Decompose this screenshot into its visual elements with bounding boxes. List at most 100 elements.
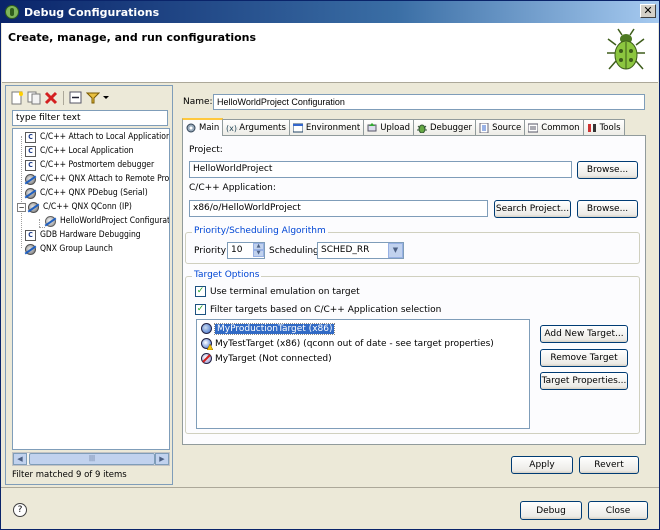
filter-icon[interactable]: [85, 91, 101, 105]
duplicate-icon[interactable]: [27, 91, 41, 105]
configuration-name-input[interactable]: [213, 94, 645, 110]
filter-targets-checkbox-row[interactable]: ✓ Filter targets based on C/C++ Applicat…: [195, 304, 441, 315]
footer-divider: [1, 487, 659, 488]
main-icon: [186, 123, 196, 133]
arguments-icon: (x)=: [226, 123, 244, 133]
target-warning-icon: [201, 338, 213, 350]
new-configuration-icon[interactable]: [10, 91, 24, 105]
qnx-launch-icon: [25, 187, 36, 199]
tree-item-attach-local[interactable]: C C/C++ Attach to Local Application: [25, 130, 169, 144]
scroll-left-icon[interactable]: ◀: [13, 453, 27, 465]
svg-text:(x)=: (x)=: [226, 124, 238, 133]
project-label: Project:: [189, 145, 223, 155]
tree-item-local-app[interactable]: C C/C++ Local Application: [25, 144, 133, 158]
filter-targets-checkbox[interactable]: ✓: [195, 304, 206, 315]
dialog-header: Create, manage, and run configurations: [2, 23, 658, 83]
target-group-title: Target Options: [192, 270, 262, 280]
scheduling-label: Scheduling: [269, 246, 319, 256]
tab-source[interactable]: Source: [475, 119, 526, 136]
use-terminal-checkbox-row[interactable]: ✓ Use terminal emulation on target: [195, 286, 360, 297]
tree-item-postmortem[interactable]: C C/C++ Postmortem debugger: [25, 158, 154, 172]
spinner-down-icon[interactable]: ▼: [253, 250, 264, 257]
tab-common[interactable]: Common: [524, 119, 584, 136]
environment-icon: [292, 123, 304, 133]
dropdown-arrow-icon[interactable]: [103, 91, 109, 105]
target-item-test[interactable]: MyTestTarget (x86) (qconn out of date - …: [201, 337, 494, 350]
target-item-production[interactable]: MyProductionTarget (x86): [201, 322, 336, 335]
tab-tools[interactable]: Tools: [582, 119, 625, 136]
tree-item-gdb-hardware[interactable]: C GDB Hardware Debugging: [25, 228, 141, 242]
tab-debugger[interactable]: Debugger: [412, 119, 477, 136]
common-icon: [527, 123, 539, 133]
configuration-tree: C C/C++ Attach to Local Application C C/…: [12, 128, 170, 450]
config-icon: [45, 215, 56, 227]
tree-item-qnx-group-launch[interactable]: QNX Group Launch: [25, 242, 113, 256]
tree-item-helloworld-config[interactable]: HelloWorldProject Configuration: [45, 214, 169, 228]
source-icon: [479, 122, 489, 134]
config-toolbar: [10, 88, 109, 108]
window-title: Debug Configurations: [24, 5, 160, 19]
tree-guide-line: [21, 136, 22, 248]
debug-button[interactable]: Debug: [520, 501, 582, 520]
target-list: MyProductionTarget (x86) MyTestTarget (x…: [196, 319, 530, 429]
tab-environment[interactable]: Environment: [288, 119, 365, 136]
tools-icon: [587, 123, 597, 133]
qnx-launch-icon: [28, 201, 39, 213]
remove-target-button[interactable]: Remove Target: [540, 349, 628, 367]
bug-icon: [607, 28, 645, 70]
target-item-mytarget[interactable]: MyTarget (Not connected): [201, 352, 332, 365]
scroll-thumb[interactable]: |||: [29, 453, 155, 465]
header-title: Create, manage, and run configurations: [8, 31, 257, 44]
title-bar: Debug Configurations ✕: [1, 1, 659, 23]
c-launch-icon: C: [25, 229, 36, 241]
c-launch-icon: C: [25, 145, 36, 157]
debugger-icon: [416, 123, 427, 134]
chevron-down-icon[interactable]: ▼: [388, 243, 403, 258]
browse-project-button[interactable]: Browse...: [577, 161, 638, 179]
tree-item-qnx-qconn[interactable]: − C/C++ QNX QConn (IP): [17, 200, 132, 214]
apply-button[interactable]: Apply: [511, 456, 573, 474]
target-connected-icon: [201, 323, 212, 334]
toolbar-separator: [63, 91, 64, 105]
close-window-button[interactable]: ✕: [640, 4, 656, 18]
upload-icon: [367, 123, 377, 133]
priority-label: Priority: [194, 246, 227, 256]
filter-status: Filter matched 9 of 9 items: [12, 470, 127, 480]
collapse-expander-icon[interactable]: −: [17, 202, 26, 212]
close-button[interactable]: Close: [588, 501, 648, 520]
project-input[interactable]: HelloWorldProject: [189, 161, 572, 178]
application-label: C/C++ Application:: [189, 183, 276, 193]
tab-arguments[interactable]: (x)= Arguments: [222, 119, 290, 136]
search-project-button[interactable]: Search Project...: [494, 200, 571, 218]
tab-main[interactable]: Main: [182, 118, 224, 136]
application-input[interactable]: x86/o/HelloWorldProject: [189, 200, 488, 217]
filter-input[interactable]: [12, 110, 168, 126]
tab-upload[interactable]: Upload: [363, 119, 414, 136]
tree-item-qnx-attach-remote[interactable]: C/C++ QNX Attach to Remote Process: [25, 172, 169, 186]
tree-guide-line: [39, 219, 40, 227]
configuration-list-panel: C C/C++ Attach to Local Application C C/…: [5, 85, 173, 485]
revert-button[interactable]: Revert: [579, 456, 639, 474]
name-label: Name:: [183, 97, 213, 107]
collapse-all-icon[interactable]: [69, 91, 83, 105]
c-launch-icon: C: [25, 159, 36, 171]
target-disconnected-icon: [201, 353, 212, 364]
priority-spinner[interactable]: 10 ▲ ▼: [227, 242, 265, 259]
tree-horizontal-scrollbar[interactable]: ◀ ||| ▶: [12, 452, 170, 466]
debug-app-icon: [5, 5, 19, 19]
add-new-target-button[interactable]: Add New Target...: [540, 325, 628, 343]
tree-item-qnx-pdebug[interactable]: C/C++ QNX PDebug (Serial): [25, 186, 148, 200]
scheduling-select[interactable]: SCHED_RR ▼: [317, 242, 404, 259]
delete-icon[interactable]: [44, 91, 58, 105]
use-terminal-checkbox[interactable]: ✓: [195, 286, 206, 297]
qnx-launch-icon: [25, 173, 36, 185]
spinner-arrows[interactable]: ▲ ▼: [253, 243, 264, 258]
spinner-up-icon[interactable]: ▲: [253, 243, 264, 250]
help-icon[interactable]: ?: [13, 503, 27, 517]
target-properties-button[interactable]: Target Properties...: [540, 372, 628, 390]
priority-group-title: Priority/Scheduling Algorithm: [192, 226, 328, 236]
config-tabs: Main (x)= Arguments Environment Upload D…: [182, 118, 646, 136]
browse-application-button[interactable]: Browse...: [577, 200, 638, 218]
scroll-right-icon[interactable]: ▶: [155, 453, 169, 465]
debug-configurations-dialog: Debug Configurations ✕ Create, manage, a…: [0, 0, 660, 530]
